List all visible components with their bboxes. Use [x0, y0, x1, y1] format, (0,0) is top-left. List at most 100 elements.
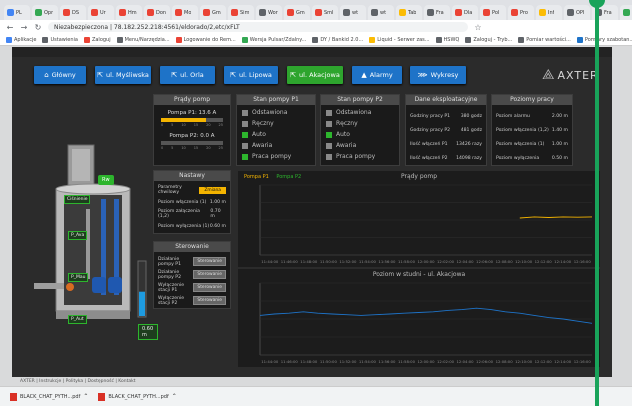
control-title: Sterowanie: [154, 242, 230, 252]
browser-tab[interactable]: Gm: [620, 5, 632, 20]
row-label: Poziom włączenia (1,2): [496, 127, 549, 133]
operational-data-title: Dane eksploatacyjne: [406, 95, 486, 105]
browser-tab[interactable]: PL: [4, 5, 30, 20]
row-label: Ilość włączeń P1: [410, 141, 448, 147]
browser-tab[interactable]: wt: [368, 5, 394, 20]
control-button[interactable]: Sterowanie: [193, 296, 226, 305]
browser-tab[interactable]: DS: [60, 5, 86, 20]
nav-ul-akacjowa-button[interactable]: ⇱ ul. Akacjowa: [287, 66, 343, 84]
reload-icon[interactable]: ↻: [34, 23, 42, 32]
x-tick-label: 12:10:00: [515, 259, 533, 264]
nav-alarmy-button[interactable]: ▲ Alarmy: [352, 66, 402, 84]
bookmark-item[interactable]: DY / Bankid 2.0...: [312, 36, 363, 43]
nav-wykresy-button[interactable]: ⋙ Wykresy: [410, 66, 466, 84]
state-row: Praca pompy: [237, 151, 315, 162]
bookmark-item[interactable]: Zaloguj - Tryb...: [465, 36, 512, 43]
chevron-up-icon[interactable]: ⌃: [83, 393, 88, 400]
scale-tick: 25: [218, 146, 223, 150]
bookmark-label: Liquid - Serwer zas...: [377, 36, 430, 43]
download-item[interactable]: BLACK_CHAT_PYTH...pdf ⌃: [10, 392, 88, 401]
browser-tab[interactable]: Dla: [452, 5, 478, 20]
bookmark-item[interactable]: Aplikacje: [6, 36, 36, 43]
nav-ul-myśliwska-button[interactable]: ⇱ ul. Myśliwska: [95, 66, 151, 84]
url-field[interactable]: Niezabezpieczona | 78.182.252.218:4561/e…: [48, 22, 468, 32]
control-row: Wyłączenie stacji P1 Sterowanie: [154, 281, 230, 294]
control-button[interactable]: Sterowanie: [193, 257, 226, 266]
state-label: Auto: [252, 131, 266, 138]
bookmark-item[interactable]: HSWQ: [435, 36, 459, 43]
setting-change-button[interactable]: Zmiana: [199, 186, 226, 194]
browser-tab[interactable]: Gm: [284, 5, 310, 20]
x-tick-label: 11:48:00: [300, 359, 318, 364]
pump-p1-state-list: Odstawiona Ręczny Auto Awaria Praca pompy: [237, 105, 315, 162]
download-item[interactable]: BLACK_CHAT_PYTH...pdf ⌃: [98, 392, 177, 401]
browser-tab[interactable]: Hm: [116, 5, 142, 20]
nav-ul-lipowa-button[interactable]: ⇱ ul. Lipowa: [224, 66, 278, 84]
pump-p2-state-title: Stan pompy P2: [321, 95, 399, 105]
tab-title: Dla: [464, 9, 473, 16]
back-icon[interactable]: ←: [6, 23, 14, 32]
bookmark-item[interactable]: Zaloguj: [83, 36, 111, 43]
browser-tab[interactable]: Pro: [508, 5, 534, 20]
forward-icon[interactable]: →: [20, 23, 28, 32]
outlet-pipe: [34, 283, 64, 289]
x-tick-label: 11:46:00: [281, 259, 299, 264]
tab-title: Opr: [44, 9, 54, 16]
control-button[interactable]: Sterowanie: [193, 270, 226, 279]
download-label: BLACK_CHAT_PYTH...pdf: [20, 393, 81, 400]
browser-tab[interactable]: Opr: [32, 5, 58, 20]
browser-tab[interactable]: Sim: [228, 5, 254, 20]
chevron-up-icon[interactable]: ⌃: [172, 393, 177, 400]
control-button[interactable]: Sterowanie: [193, 283, 226, 292]
external-link-icon: ⇱: [97, 71, 103, 79]
setting-row: Parametry chwilowy Zmiana: [154, 184, 230, 196]
nav-główny-button[interactable]: ⌂ Główny: [34, 66, 86, 84]
browser-tab[interactable]: OPI: [564, 5, 590, 20]
pump-p1-scale: 0 5 10 15 20 25: [161, 123, 223, 127]
tab-title: Mo: [184, 9, 192, 16]
browser-tab[interactable]: Mo: [172, 5, 198, 20]
browser-tab[interactable]: Don: [144, 5, 170, 20]
bookmark-item[interactable]: Pomiary szabotan...: [576, 36, 632, 43]
chart-icon: ⋙: [417, 71, 428, 79]
row-value: 14098 razy: [456, 155, 482, 161]
tab-favicon-icon: [7, 9, 14, 16]
browser-tab[interactable]: wt: [340, 5, 366, 20]
bookmark-icon: [312, 36, 319, 43]
bookmark-icon: [369, 36, 376, 43]
scale-tick: 10: [181, 146, 186, 150]
bookmark-item[interactable]: Liquid - Serwer zas...: [369, 36, 430, 43]
tab-favicon-icon: [91, 9, 98, 16]
data-row: Godziny pracy P2 481 godz: [406, 123, 486, 137]
tank-top-rim: [55, 183, 131, 195]
external-link-icon: ⇱: [230, 71, 236, 79]
guide-rail: [86, 209, 90, 279]
state-label: Odstawiona: [336, 109, 372, 116]
bookmark-item[interactable]: Pomiar wartości...: [518, 36, 571, 43]
browser-tab[interactable]: Inf: [536, 5, 562, 20]
browser-tab[interactable]: Fra: [424, 5, 450, 20]
nav-button-label: ul. Orla: [180, 71, 204, 79]
browser-tab[interactable]: Sml: [312, 5, 338, 20]
browser-tab[interactable]: Pol: [480, 5, 506, 20]
browser-tab[interactable]: Gm: [200, 5, 226, 20]
browser-tab[interactable]: Ur: [88, 5, 114, 20]
bookmark-item[interactable]: Logowanie do Rem...: [175, 36, 236, 43]
row-label: Działanie pompy P1: [158, 256, 181, 267]
axter-logo-text: AXTER: [557, 68, 599, 82]
bookmark-item[interactable]: Ustawienia: [42, 36, 78, 43]
state-label: Odstawiona: [252, 109, 288, 116]
browser-tab[interactable]: Wor: [256, 5, 282, 20]
x-tick-label: 11:54:00: [359, 359, 377, 364]
bookmark-icon: [435, 36, 442, 43]
bookmark-item[interactable]: Wersja Pulsar/Zdalny...: [241, 36, 306, 43]
browser-tab[interactable]: Tab: [396, 5, 422, 20]
x-tick-label: 12:08:00: [496, 359, 514, 364]
bookmark-star-icon[interactable]: ☆: [474, 23, 482, 32]
tab-favicon-icon: [567, 9, 574, 16]
nav-ul-orla-button[interactable]: ⇱ ul. Orla: [160, 66, 215, 84]
scale-tick: 15: [193, 123, 199, 127]
axter-logo: ⟁ AXTER: [542, 67, 599, 83]
bookmark-item[interactable]: Menu/Narzędzia...: [116, 36, 170, 43]
state-indicator-off: [242, 120, 248, 127]
